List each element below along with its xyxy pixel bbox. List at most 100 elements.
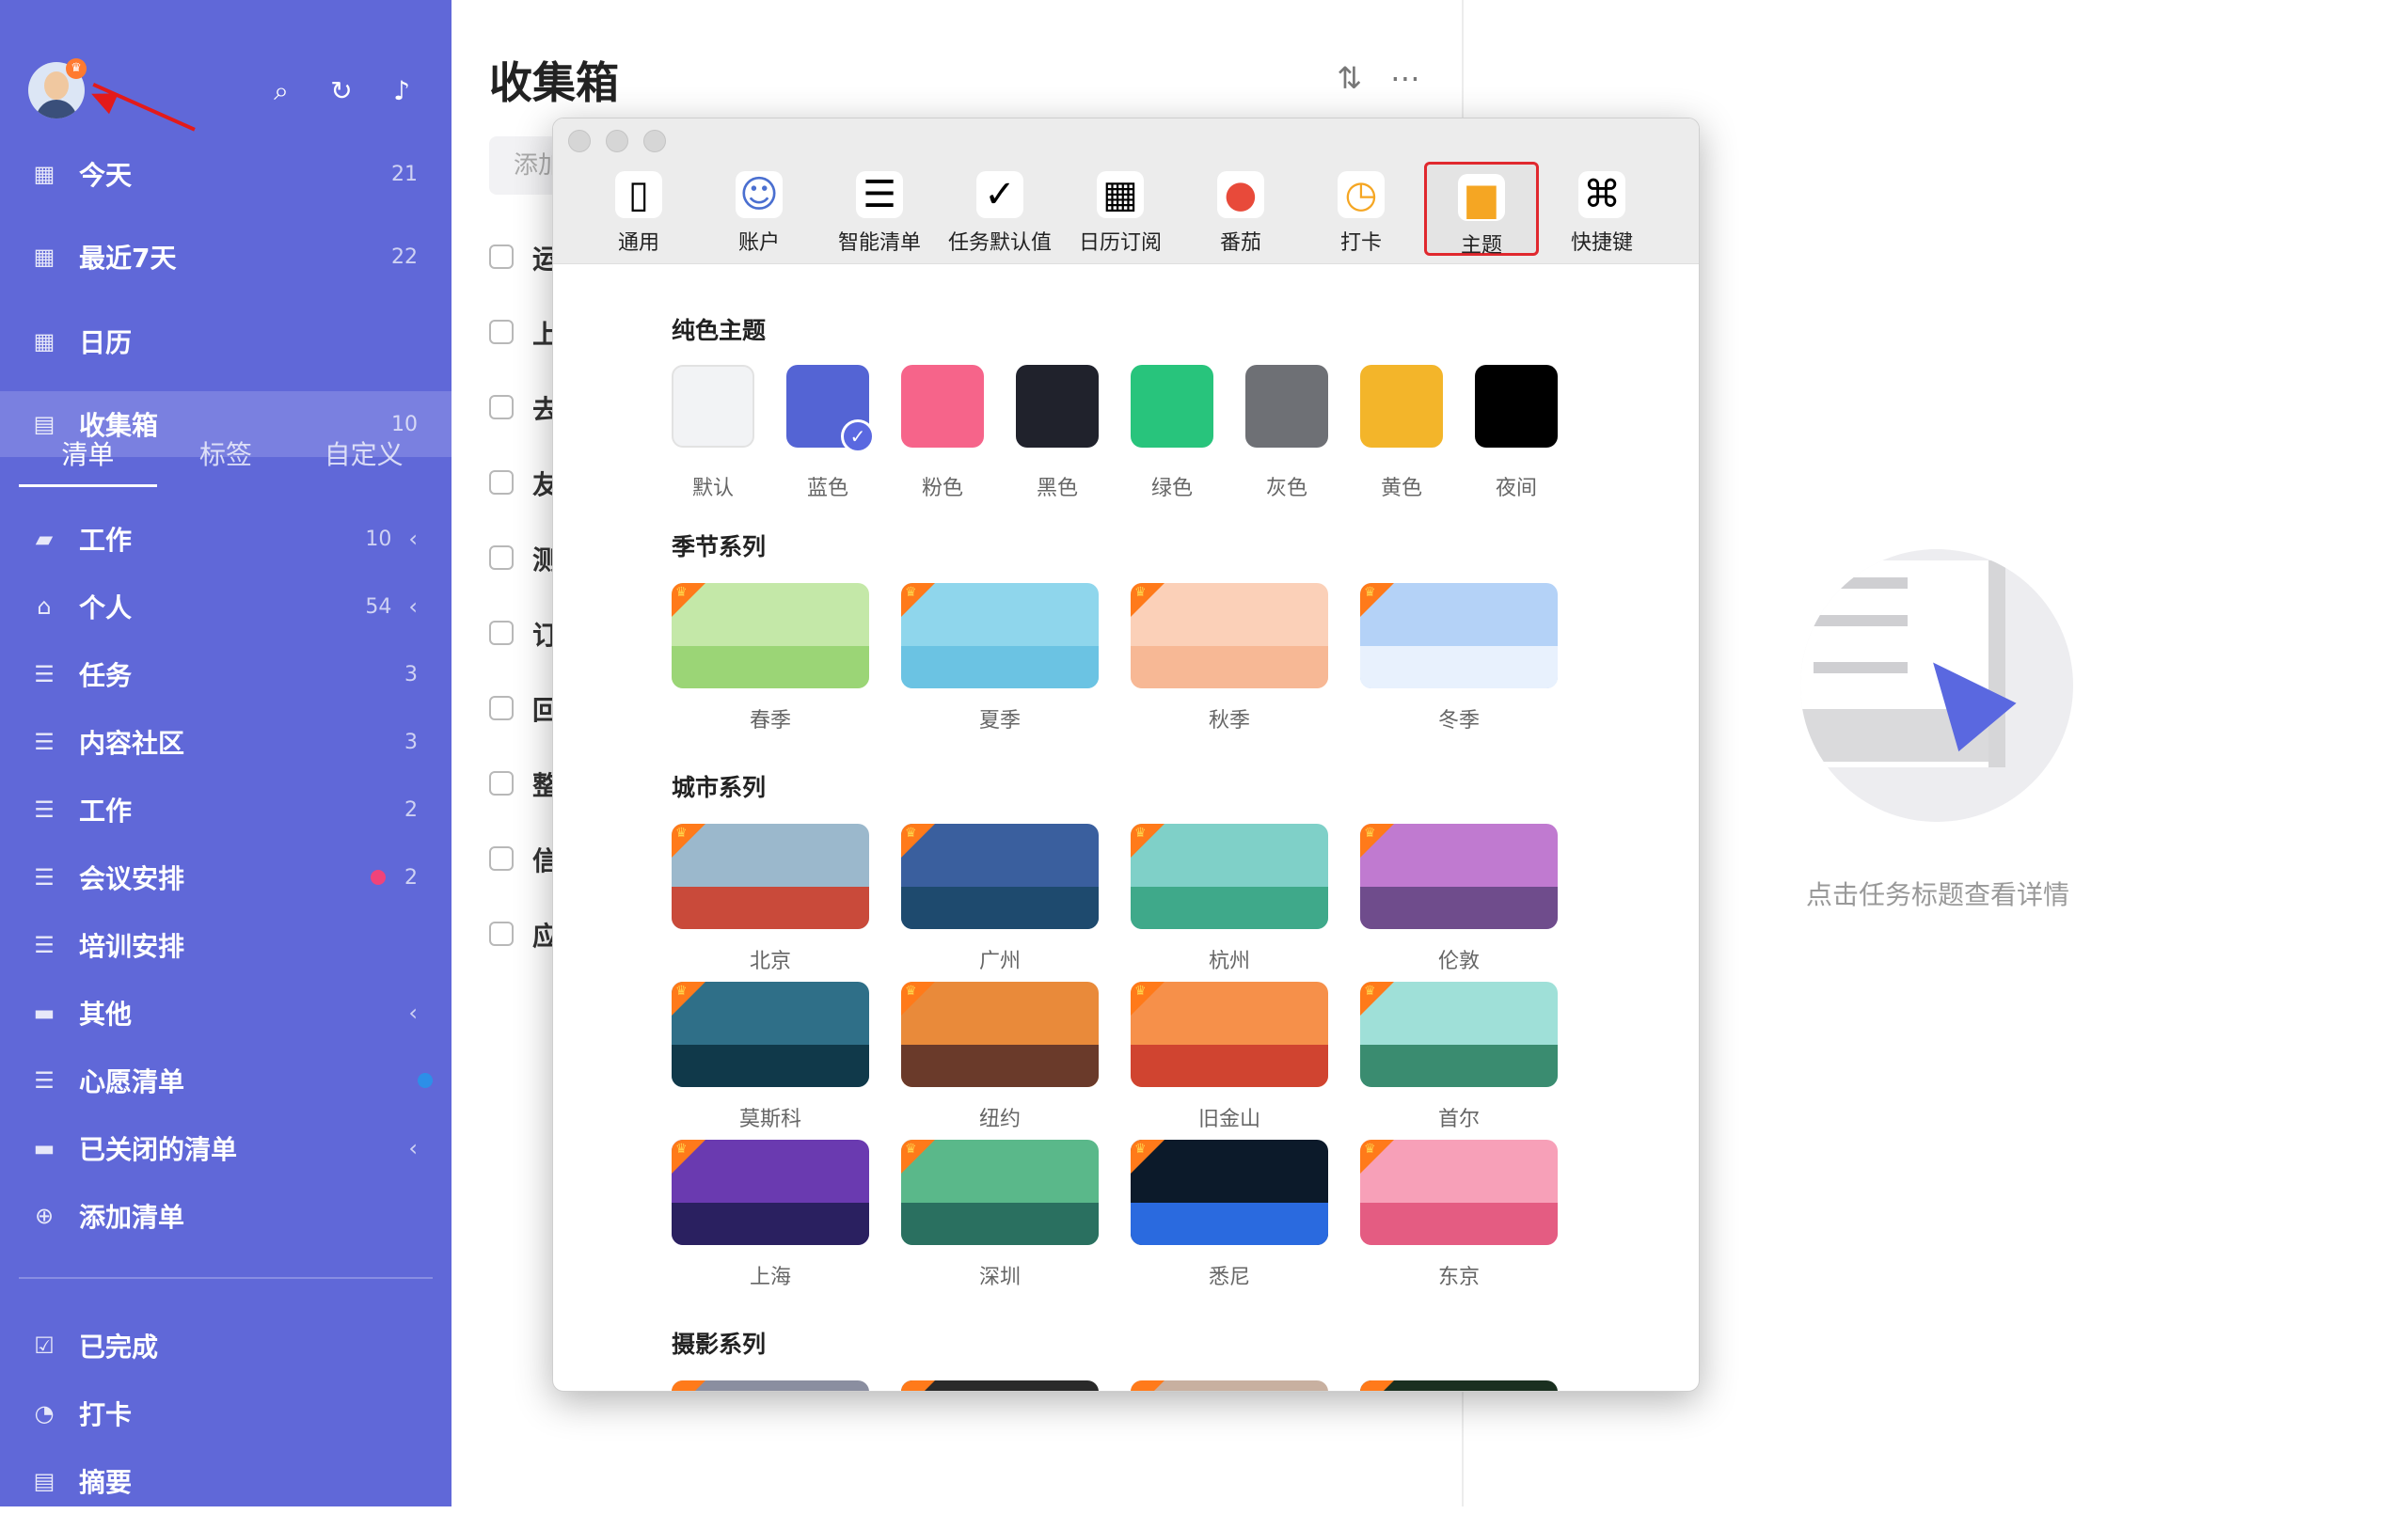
task-checkbox[interactable]: [489, 922, 514, 946]
pref-tab-label: 通用: [617, 231, 659, 255]
sidebar-item-list-0[interactable]: ▰ 工作 10 ‹: [0, 506, 452, 572]
city-theme-thumb[interactable]: ♛: [1360, 824, 1558, 929]
pref-tab-5[interactable]: ● 番茄: [1183, 162, 1298, 256]
sidebar-item-list-9[interactable]: ▬ 已关闭的清单 ‹: [0, 1115, 452, 1181]
sidebar-item-list-3[interactable]: ☰ 内容社区 3: [0, 709, 452, 775]
task-checkbox[interactable]: [489, 470, 514, 495]
solid-theme-label: 黑色: [1036, 477, 1078, 500]
photo-theme-thumb[interactable]: [1131, 1380, 1328, 1391]
crown-icon: ♛: [66, 58, 87, 79]
photo-theme-thumb[interactable]: [901, 1380, 1099, 1391]
season-theme-thumb[interactable]: ♛: [1360, 583, 1558, 688]
chevron-left-icon[interactable]: ‹: [408, 593, 418, 620]
sync-icon[interactable]: ↻: [325, 75, 357, 107]
list-icon: ☰: [34, 1067, 55, 1094]
solid-theme-swatch[interactable]: [1475, 365, 1558, 448]
sidebar-item-list-10[interactable]: ⊕ 添加清单: [0, 1183, 452, 1249]
season-theme-thumb[interactable]: ♛: [901, 583, 1099, 688]
crown-icon: ♛: [1134, 585, 1147, 600]
tab-custom[interactable]: 自定义: [294, 429, 433, 487]
sidebar-item-list-4[interactable]: ☰ 工作 2: [0, 777, 452, 843]
theme-label: 杭州: [1208, 950, 1250, 973]
solid-theme-swatch[interactable]: [1016, 365, 1099, 448]
pref-tab-6[interactable]: ◷ 打卡: [1304, 162, 1418, 256]
sidebar-item-list-5[interactable]: ☰ 会议安排 2: [0, 844, 452, 910]
crown-icon: ♛: [1364, 826, 1376, 841]
pref-tab-2[interactable]: ☰ 智能清单: [822, 162, 937, 256]
sidebar-item-list-6[interactable]: ☰ 培训安排: [0, 912, 452, 978]
close-window-button[interactable]: [568, 130, 591, 152]
photo-theme-thumb[interactable]: [1360, 1380, 1558, 1391]
tab-lists[interactable]: 清单: [19, 429, 157, 487]
city-theme-thumb[interactable]: ♛: [901, 824, 1099, 929]
crown-icon: ♛: [1134, 984, 1147, 999]
city-theme-thumb[interactable]: ♛: [1131, 982, 1328, 1087]
season-theme-thumb[interactable]: ♛: [672, 583, 869, 688]
city-theme-thumb[interactable]: ♛: [1360, 1140, 1558, 1245]
crown-icon: ♛: [1364, 984, 1376, 999]
task-checkbox[interactable]: [489, 846, 514, 871]
city-theme-thumb[interactable]: ♛: [672, 1140, 869, 1245]
task-checkbox[interactable]: [489, 545, 514, 570]
pref-tab-7[interactable]: ▆ 主题: [1424, 162, 1539, 258]
sidebar-item-bottom-1[interactable]: ◔ 打卡: [0, 1380, 452, 1446]
thumb-ground: [1360, 1203, 1558, 1245]
sidebar-item-smart-1[interactable]: ▦ 最近7天 22: [0, 224, 452, 290]
task-checkbox[interactable]: [489, 320, 514, 344]
clock-pin-icon: ◷: [1338, 171, 1385, 218]
pref-tab-4[interactable]: ▦ 日历订阅: [1063, 162, 1178, 256]
zoom-window-button[interactable]: [643, 130, 666, 152]
chevron-left-icon[interactable]: ‹: [408, 526, 418, 552]
solid-theme-swatch[interactable]: [672, 365, 754, 448]
solid-theme-swatch[interactable]: [901, 365, 984, 448]
city-theme-thumb[interactable]: ♛: [672, 824, 869, 929]
city-theme-thumb[interactable]: ♛: [901, 982, 1099, 1087]
sidebar-item-bottom-0[interactable]: ☑ 已完成: [0, 1313, 452, 1379]
task-checkbox[interactable]: [489, 244, 514, 269]
pref-tab-label: 打卡: [1339, 231, 1382, 255]
chevron-left-icon[interactable]: ‹: [408, 1135, 418, 1161]
solid-theme-swatch[interactable]: [1131, 365, 1213, 448]
sidebar-item-list-1[interactable]: ⌂ 个人 54 ‹: [0, 574, 452, 639]
more-icon[interactable]: ⋯: [1390, 60, 1420, 96]
sidebar-item-list-8[interactable]: ☰ 心愿清单: [0, 1048, 452, 1113]
sidebar-item-label: 今天: [79, 160, 133, 191]
task-checkbox[interactable]: [489, 771, 514, 796]
sidebar-item-bottom-2[interactable]: ▤ 摘要: [0, 1448, 452, 1514]
city-theme-thumb[interactable]: ♛: [1131, 824, 1328, 929]
bell-icon[interactable]: ♪: [386, 75, 418, 107]
pref-tab-1[interactable]: ☺ 账户: [702, 162, 816, 256]
minimize-window-button[interactable]: [606, 130, 628, 152]
city-theme-thumb[interactable]: ♛: [1131, 1140, 1328, 1245]
sidebar-item-smart-2[interactable]: ▦ 日历: [0, 308, 452, 374]
task-checkbox[interactable]: [489, 395, 514, 419]
city-theme-thumb[interactable]: ♛: [901, 1140, 1099, 1245]
city-theme-thumb[interactable]: ♛: [672, 982, 869, 1087]
crown-icon: ♛: [1364, 585, 1376, 600]
solid-theme-swatch[interactable]: [1245, 365, 1328, 448]
pref-tab-label: 番茄: [1219, 231, 1261, 255]
chevron-left-icon[interactable]: ‹: [408, 1000, 418, 1026]
task-checkbox[interactable]: [489, 621, 514, 645]
crown-icon: ♛: [675, 585, 688, 600]
solid-theme-swatch[interactable]: [1360, 365, 1443, 448]
sidebar-item-label: 工作: [79, 796, 133, 827]
photo-theme-thumb[interactable]: [672, 1380, 869, 1391]
search-icon[interactable]: ⌕: [265, 75, 297, 107]
season-theme-thumb[interactable]: ♛: [1131, 583, 1328, 688]
sidebar-item-smart-0[interactable]: ▦ 今天 21: [0, 141, 452, 207]
pref-tab-label: 智能清单: [837, 231, 921, 255]
sort-icon[interactable]: ⇅: [1337, 60, 1362, 96]
sidebar-item-list-7[interactable]: ▬ 其他 ‹: [0, 980, 452, 1046]
pref-tab-0[interactable]: ▯ 通用: [581, 162, 696, 256]
briefcase-icon: ▰: [35, 526, 54, 552]
pref-tab-8[interactable]: ⌘ 快捷键: [1545, 162, 1659, 256]
sidebar-item-list-2[interactable]: ☰ 任务 3: [0, 641, 452, 707]
tab-tags[interactable]: 标签: [157, 429, 295, 487]
theme-label: 首尔: [1437, 1108, 1480, 1131]
task-checkbox[interactable]: [489, 696, 514, 720]
thumb-ground: [1360, 887, 1558, 929]
theme-label: 冬季: [1437, 709, 1480, 733]
city-theme-thumb[interactable]: ♛: [1360, 982, 1558, 1087]
pref-tab-3[interactable]: ✓ 任务默认值: [943, 162, 1057, 256]
